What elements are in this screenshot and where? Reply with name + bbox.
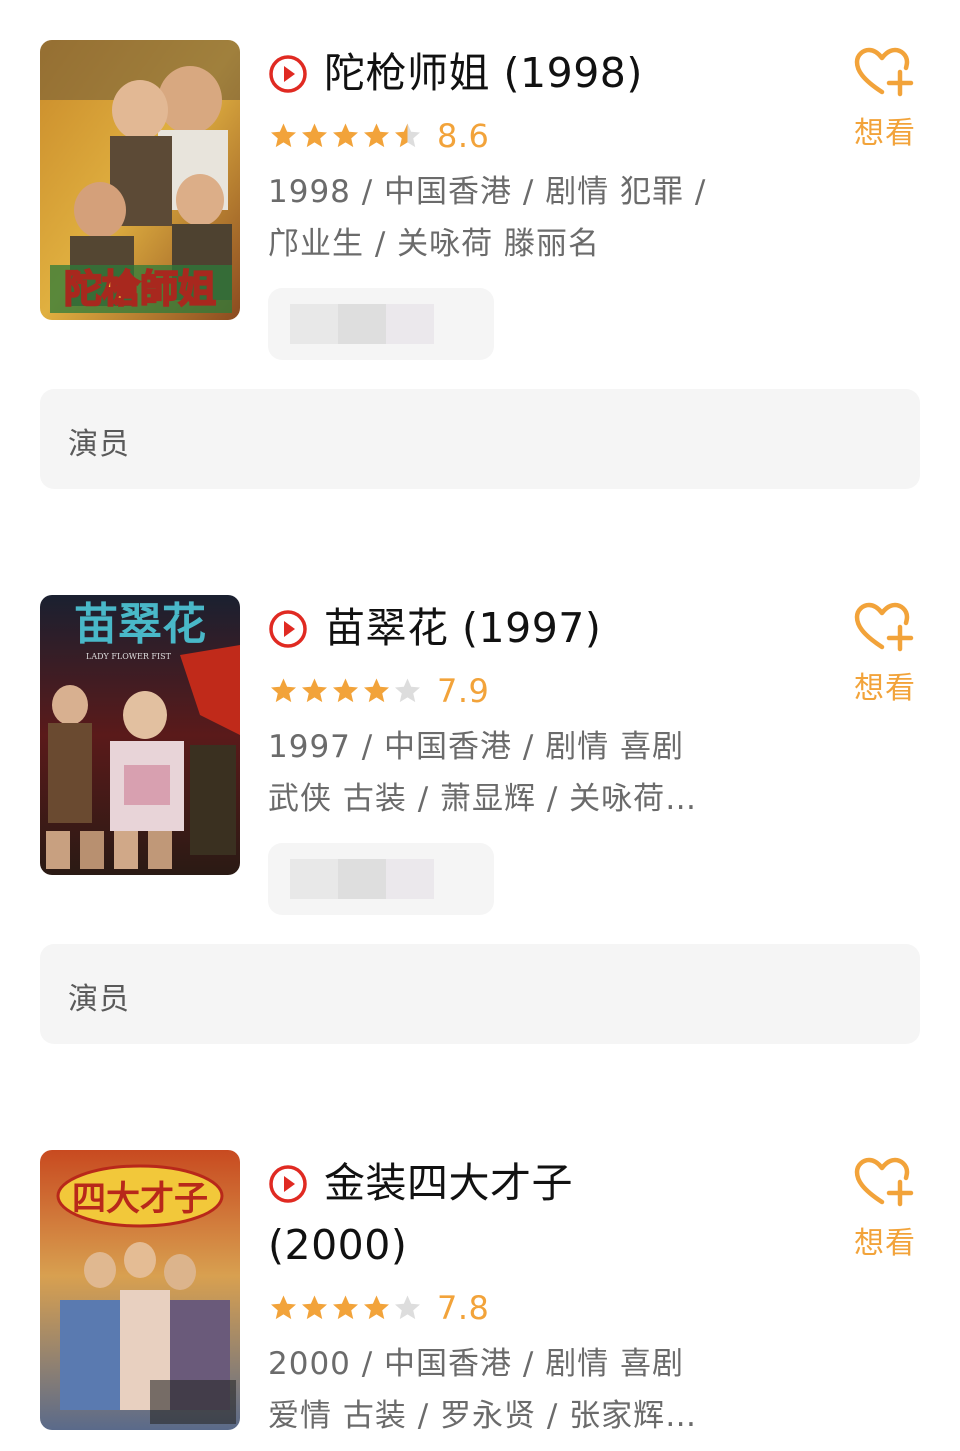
rating-score: 8.6 bbox=[437, 117, 490, 155]
movie-title[interactable]: 金装四大才子 bbox=[324, 1152, 573, 1214]
want-to-watch-label: 想看 bbox=[854, 671, 916, 706]
movie-title-year[interactable]: (2000) bbox=[268, 1214, 828, 1276]
rating-score: 7.8 bbox=[437, 1289, 490, 1327]
movie-title[interactable]: 苗翠花 (1997) bbox=[324, 597, 601, 659]
play-icon[interactable] bbox=[268, 54, 308, 94]
movie-meta-line: 1997 / 中国香港 / 剧情 喜剧 bbox=[268, 729, 685, 765]
rating-stars bbox=[268, 676, 423, 706]
star-icon bbox=[364, 1295, 389, 1320]
poster-image: 苗翠花 LADY FLOWER FIST bbox=[40, 595, 240, 875]
star-icon bbox=[302, 678, 327, 703]
rating-score: 7.9 bbox=[437, 672, 490, 710]
empty-star-icon bbox=[395, 678, 420, 703]
empty-star-icon bbox=[395, 1295, 420, 1320]
heart-plus-icon bbox=[854, 1157, 914, 1207]
movie-meta-line: 爱情 古装 / 罗永贤 / 张家辉… bbox=[268, 1398, 698, 1434]
movie-poster[interactable]: 陀槍師姐 bbox=[40, 40, 240, 320]
want-to-watch-button[interactable]: 想看 bbox=[848, 601, 922, 707]
movie-poster[interactable]: 苗翠花 LADY FLOWER FIST bbox=[40, 595, 240, 875]
poster-title-text: 苗翠花 bbox=[74, 599, 206, 650]
poster-title-text: 四大才子 bbox=[72, 1179, 208, 1219]
star-icon bbox=[271, 678, 296, 703]
blurred-tag bbox=[268, 288, 494, 360]
movie-poster[interactable]: 四大才子 bbox=[40, 1150, 240, 1430]
star-icon bbox=[364, 678, 389, 703]
movie-meta-line: 武侠 古装 / 萧显辉 / 关咏荷… bbox=[268, 781, 698, 817]
star-icon bbox=[364, 123, 389, 148]
cast-label: 演员 bbox=[68, 982, 130, 1017]
play-icon[interactable] bbox=[268, 1164, 308, 1204]
star-icon bbox=[271, 123, 296, 148]
movie-meta-line: 2000 / 中国香港 / 剧情 喜剧 bbox=[268, 1346, 685, 1382]
want-to-watch-label: 想看 bbox=[854, 116, 916, 151]
cast-section[interactable]: 演员 bbox=[40, 389, 920, 489]
blurred-tag bbox=[268, 843, 494, 915]
play-icon[interactable] bbox=[268, 609, 308, 649]
star-icon bbox=[333, 678, 358, 703]
star-icon bbox=[271, 1295, 296, 1320]
star-icon bbox=[302, 123, 327, 148]
star-icon bbox=[302, 1295, 327, 1320]
cast-section[interactable]: 演员 bbox=[40, 944, 920, 1044]
want-to-watch-button[interactable]: 想看 bbox=[848, 1156, 922, 1262]
movie-meta-line: 1998 / 中国香港 / 剧情 犯罪 / bbox=[268, 174, 707, 210]
rating-stars bbox=[268, 1293, 423, 1323]
want-to-watch-button[interactable]: 想看 bbox=[848, 46, 922, 152]
want-to-watch-label: 想看 bbox=[854, 1226, 916, 1261]
rating-stars bbox=[268, 121, 423, 151]
heart-plus-icon bbox=[854, 47, 914, 97]
star-icon bbox=[333, 123, 358, 148]
heart-plus-icon bbox=[854, 602, 914, 652]
cast-label: 演员 bbox=[68, 427, 130, 462]
half-star-icon bbox=[395, 123, 420, 148]
movie-meta-line: 邝业生 / 关咏荷 滕丽名 bbox=[268, 226, 601, 262]
poster-image: 四大才子 bbox=[40, 1150, 240, 1430]
poster-title-text: 陀槍師姐 bbox=[64, 267, 216, 311]
movie-title[interactable]: 陀枪师姐 (1998) bbox=[324, 42, 643, 104]
poster-subtitle-text: LADY FLOWER FIST bbox=[86, 652, 172, 661]
poster-image: 陀槍師姐 bbox=[40, 40, 240, 320]
star-icon bbox=[333, 1295, 358, 1320]
